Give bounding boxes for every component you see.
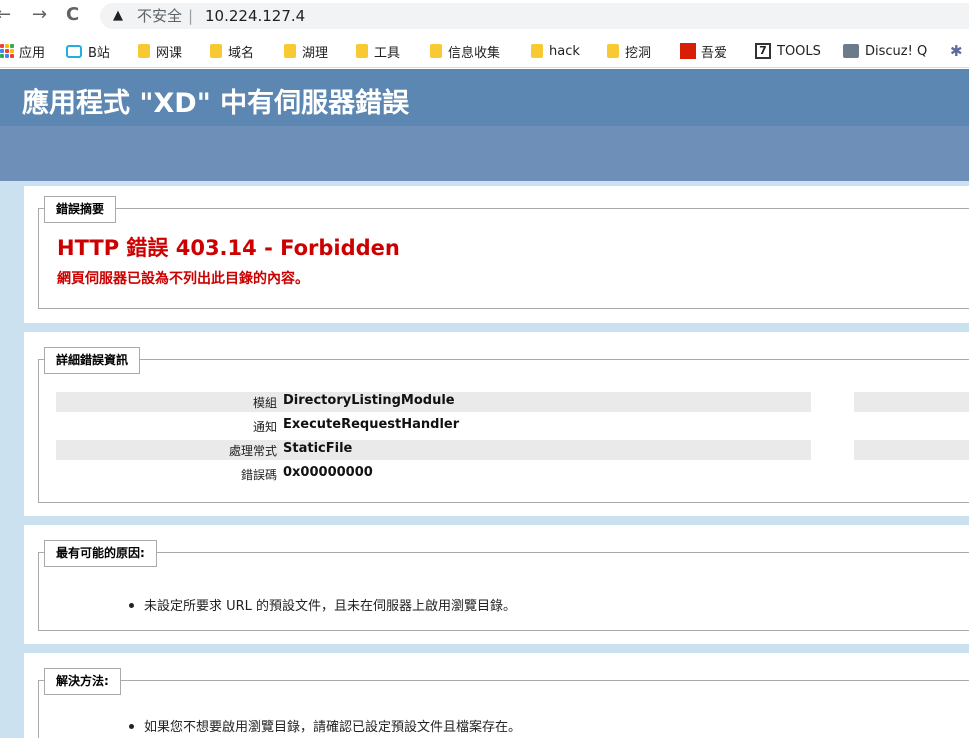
bookmark-label: 网课 xyxy=(156,45,183,61)
detail-label-handler: 處理常式 xyxy=(228,444,277,458)
bullet-icon xyxy=(129,724,134,729)
detail-value-module: DirectoryListingModule xyxy=(283,393,455,408)
address-bar: ← → C ▲ 不安全 | 10.224.127.4 xyxy=(0,0,969,33)
page-title: 應用程式 "XD" 中有伺服器錯誤 xyxy=(22,88,410,119)
solutions-panel: 解決方法: 如果您不想要啟用瀏覽目錄，請確認已設定預設文件且檔案存在。 xyxy=(24,653,969,738)
bookmark-bilibili[interactable]: B站 xyxy=(66,41,110,61)
bookmark-label: 工具 xyxy=(374,45,401,61)
page-subheader xyxy=(0,126,969,181)
detail-label-notification: 通知 xyxy=(252,420,277,434)
bookmark-apps[interactable]: 应用 xyxy=(0,41,45,61)
bookmark-folder-wangke[interactable]: 网课 xyxy=(138,41,182,61)
detail-row-bg xyxy=(854,392,969,412)
solution-text: 如果您不想要啟用瀏覽目錄，請確認已設定預設文件且檔案存在。 xyxy=(144,720,522,735)
causes-legend: 最有可能的原因: xyxy=(44,540,157,567)
bookmark-label: Discuz! Q xyxy=(865,43,928,59)
detail-label-error-code: 錯誤碼 xyxy=(240,468,277,482)
bookmark-label: 湖理 xyxy=(302,45,329,61)
bookmark-folder-xinxi[interactable]: 信息收集 xyxy=(430,41,500,61)
star-bookmark-icon: ✱ xyxy=(950,42,963,60)
cause-text: 未設定所要求 URL 的預設文件，且未在伺服器上啟用瀏覽目錄。 xyxy=(144,599,517,614)
error-title: HTTP 錯誤 403.14 - Forbidden xyxy=(57,236,400,260)
folder-icon xyxy=(531,44,543,58)
security-warning-icon[interactable]: ▲ xyxy=(113,4,123,28)
bookmark-label: TOOLS xyxy=(777,43,821,59)
folder-icon xyxy=(138,44,150,58)
causes-panel: 最有可能的原因: 未設定所要求 URL 的預設文件，且未在伺服器上啟用瀏覽目錄。 xyxy=(24,525,969,644)
cause-item: 未設定所要求 URL 的預設文件，且未在伺服器上啟用瀏覽目錄。 xyxy=(129,595,516,614)
bookmark-label: 挖洞 xyxy=(625,45,652,61)
seven-icon: 7 xyxy=(755,43,771,59)
url-separator: | xyxy=(188,7,194,25)
detail-row-bg xyxy=(56,440,811,460)
bookmark-discuz[interactable]: Discuz! Q xyxy=(843,41,927,61)
bookmark-label: hack xyxy=(549,43,580,59)
bookmark-folder-huli[interactable]: 湖理 xyxy=(284,41,328,61)
bookmark-more[interactable]: ✱ xyxy=(950,41,963,61)
folder-icon xyxy=(356,44,368,58)
detail-value-error-code: 0x00000000 xyxy=(283,465,373,480)
causes-fieldset xyxy=(38,552,969,631)
detail-value-notification: ExecuteRequestHandler xyxy=(283,417,460,432)
bullet-icon xyxy=(129,603,134,608)
url-text[interactable]: 10.224.127.4 xyxy=(205,4,305,28)
bookmark-label: 吾爱 xyxy=(701,45,728,61)
details-legend: 詳細錯誤資訊 xyxy=(44,347,141,374)
bookmark-52pojie[interactable]: 吾爱 xyxy=(680,41,727,61)
error-message: 網頁伺服器已設為不列出此目錄的內容。 xyxy=(57,271,309,287)
folder-icon xyxy=(210,44,222,58)
folder-icon xyxy=(430,44,442,58)
bookmark-label: 应用 xyxy=(19,45,46,61)
bookmark-label: 域名 xyxy=(228,45,255,61)
apps-grid-icon xyxy=(0,44,14,58)
bookmark-label: 信息收集 xyxy=(448,45,501,61)
detail-value-handler: StaticFile xyxy=(283,441,353,456)
summary-legend: 錯誤摘要 xyxy=(44,196,117,223)
folder-icon xyxy=(607,44,619,58)
back-icon[interactable]: ← xyxy=(0,2,11,28)
bilibili-icon xyxy=(66,44,82,58)
bookmark-folder-gongju[interactable]: 工具 xyxy=(356,41,400,61)
detail-label-module: 模組 xyxy=(252,396,277,410)
reload-icon[interactable]: C xyxy=(66,2,79,28)
details-fieldset xyxy=(38,359,969,503)
details-panel: 詳細錯誤資訊 模組 DirectoryListingModule 通知 Exec… xyxy=(24,332,969,516)
solution-item: 如果您不想要啟用瀏覽目錄，請確認已設定預設文件且檔案存在。 xyxy=(129,716,521,735)
error-page: 應用程式 "XD" 中有伺服器錯誤 錯誤摘要 HTTP 錯誤 403.14 - … xyxy=(0,69,969,738)
52pojie-icon xyxy=(680,43,696,59)
bookmark-label: B站 xyxy=(88,45,110,61)
page-header: 應用程式 "XD" 中有伺服器錯誤 xyxy=(0,69,969,126)
solutions-legend: 解決方法: xyxy=(44,668,121,695)
forward-icon[interactable]: → xyxy=(32,2,47,28)
bookmarks-bar: 应用 B站 网课 域名 湖理 工具 信息收集 hack 挖洞 吾爱 7 TOOL… xyxy=(0,33,969,68)
bookmark-folder-yuming[interactable]: 域名 xyxy=(210,41,254,61)
summary-panel: 錯誤摘要 HTTP 錯誤 403.14 - Forbidden 網頁伺服器已設為… xyxy=(24,186,969,323)
detail-row-bg xyxy=(854,440,969,460)
bookmark-folder-wadong[interactable]: 挖洞 xyxy=(607,41,651,61)
folder-icon xyxy=(284,44,296,58)
discuz-icon xyxy=(843,44,859,58)
bookmark-tools[interactable]: 7 TOOLS xyxy=(755,41,821,61)
security-label[interactable]: 不安全 xyxy=(137,4,182,28)
bookmark-folder-hack[interactable]: hack xyxy=(531,41,580,61)
